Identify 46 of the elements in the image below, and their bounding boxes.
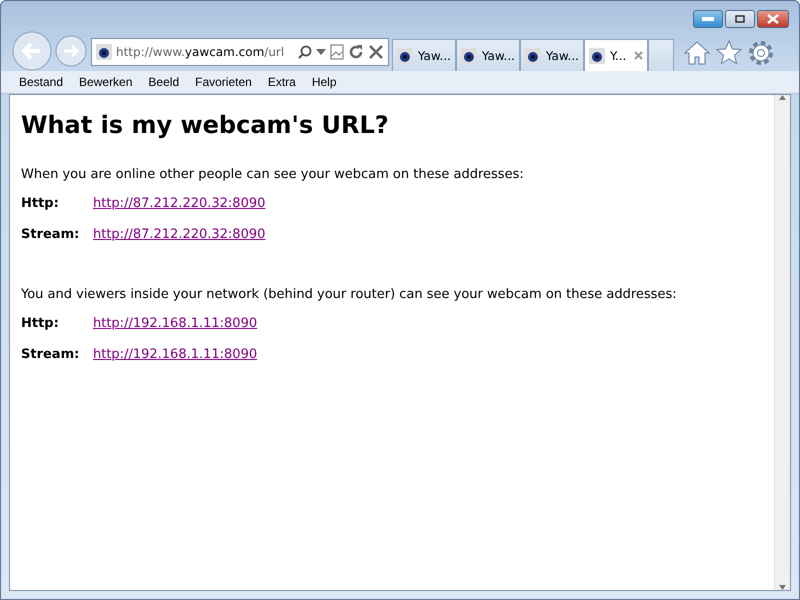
address-label: Stream: bbox=[21, 227, 80, 242]
close-tab-icon[interactable] bbox=[634, 51, 643, 60]
address-link[interactable]: http://192.168.1.11:8090 bbox=[93, 316, 258, 331]
home-icon[interactable] bbox=[684, 40, 710, 66]
webcam-icon bbox=[397, 48, 413, 64]
menu-item[interactable]: Favorieten bbox=[187, 75, 260, 89]
forward-button[interactable] bbox=[55, 35, 87, 67]
webcam-icon bbox=[96, 44, 112, 60]
address-field[interactable]: http://www.yawcam.com/url bbox=[91, 38, 389, 66]
address-link[interactable]: http://87.212.220.32:8090 bbox=[93, 196, 266, 211]
browser-tab[interactable]: Y... bbox=[584, 39, 648, 71]
menu-item[interactable]: Help bbox=[304, 75, 345, 89]
address-label: Http: bbox=[21, 196, 60, 211]
intro-text: When you are online other people can see your webcam on these addresses: bbox=[21, 167, 525, 182]
close-button[interactable] bbox=[757, 10, 789, 28]
settings-icon[interactable] bbox=[748, 40, 774, 66]
dropdown-icon[interactable] bbox=[316, 49, 326, 55]
scroll-down-icon[interactable] bbox=[779, 585, 786, 590]
minimize-icon bbox=[702, 17, 714, 21]
maximize-button[interactable] bbox=[725, 10, 755, 28]
menu-item[interactable]: Bewerken bbox=[71, 75, 140, 89]
scrollbar[interactable] bbox=[774, 95, 790, 590]
address-label: Http: bbox=[21, 316, 60, 331]
webcam-icon bbox=[525, 48, 541, 64]
search-icon[interactable] bbox=[298, 45, 312, 59]
address-link[interactable]: http://192.168.1.11:8090 bbox=[93, 347, 258, 362]
menu-item[interactable]: Bestand bbox=[11, 75, 72, 89]
new-tab-button[interactable] bbox=[648, 39, 674, 71]
star-icon[interactable] bbox=[716, 40, 742, 66]
compatibility-icon[interactable] bbox=[330, 44, 344, 60]
browser-tab[interactable]: Yaw... bbox=[520, 39, 584, 71]
address-label: Stream: bbox=[21, 347, 80, 362]
close-icon bbox=[767, 14, 779, 24]
stop-icon[interactable] bbox=[368, 44, 384, 60]
intro-text: You and viewers inside your network (behind your router) can see your webcam on these addresses: bbox=[21, 287, 678, 302]
address-link[interactable]: http://87.212.220.32:8090 bbox=[93, 227, 266, 242]
refresh-icon[interactable] bbox=[348, 44, 364, 60]
browser-tab[interactable]: Yaw... bbox=[392, 39, 456, 71]
restore-icon bbox=[735, 15, 745, 23]
minimize-button[interactable] bbox=[693, 10, 723, 28]
webcam-icon bbox=[461, 48, 477, 64]
menu-item[interactable]: Extra bbox=[260, 75, 304, 89]
browser-tab[interactable]: Yaw... bbox=[456, 39, 520, 71]
webcam-icon bbox=[589, 48, 605, 64]
page-heading: What is my webcam's URL? bbox=[21, 111, 390, 139]
menu-item[interactable]: Beeld bbox=[140, 75, 188, 89]
